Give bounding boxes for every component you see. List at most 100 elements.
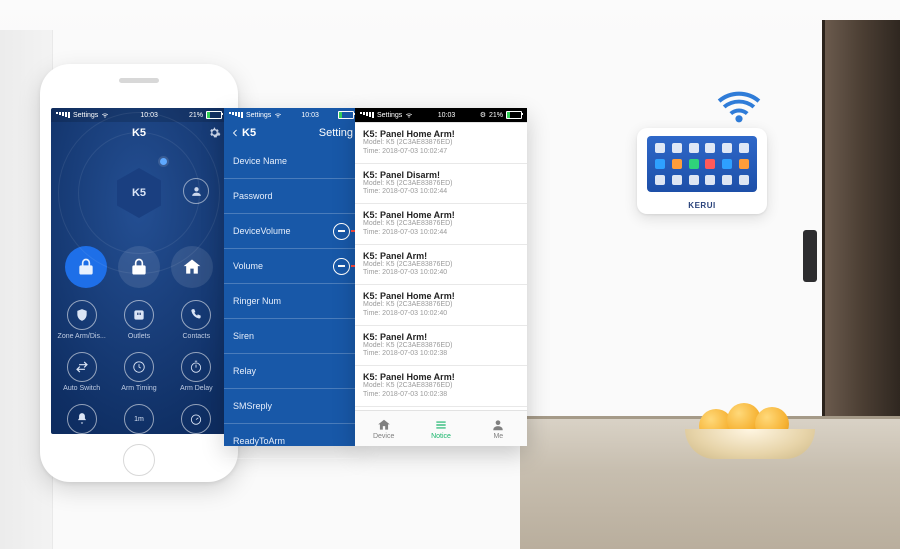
feature-label: Zone Arm/Dis... bbox=[58, 333, 106, 340]
notice-item[interactable]: K5: Panel Arm!Model: K5 (2C3AE83876ED)Ti… bbox=[355, 326, 527, 367]
tab-bar: Device Notice Me bbox=[355, 410, 527, 446]
alarm-icon: 1m bbox=[124, 404, 154, 434]
phone-frame: Settings 10:03 21% K5 K5 Zone Arm/Dis...… bbox=[40, 64, 238, 482]
notice-time: Time: 2018-07-03 10:02:44 bbox=[363, 229, 519, 238]
tab-me-label: Me bbox=[493, 433, 503, 440]
notice-time: Time: 2018-07-03 10:02:47 bbox=[363, 148, 519, 157]
setting-label: ReadyToArm bbox=[233, 436, 285, 446]
notice-title: K5: Panel Arm! bbox=[363, 332, 519, 342]
wifi-status-icon bbox=[274, 111, 282, 119]
swap-icon bbox=[67, 352, 97, 382]
notice-item[interactable]: K5: Panel Home Arm!Model: K5 (2C3AE83876… bbox=[355, 204, 527, 245]
profile-button[interactable] bbox=[183, 178, 209, 204]
status-settings-label: Settings bbox=[377, 112, 402, 119]
bell-icon bbox=[67, 404, 97, 434]
wall-panel-brand: KERUI bbox=[637, 201, 767, 210]
setting-row-siren[interactable]: Siren bbox=[224, 319, 359, 354]
notice-item[interactable]: K5: Panel Home Arm!Model: K5 (2C3AE83876… bbox=[355, 123, 527, 164]
feature-auto-switch[interactable]: Auto Switch bbox=[53, 346, 110, 398]
notice-title: K5: Panel Home Arm! bbox=[363, 291, 519, 301]
tab-notice[interactable]: Notice bbox=[412, 411, 469, 446]
notice-item[interactable]: K5: Panel Home Arm!Model: K5 (2C3AE83876… bbox=[355, 285, 527, 326]
setting-row-ringer-num[interactable]: Ringer Num bbox=[224, 284, 359, 319]
notice-item[interactable]: K5: Panel Disarm!Model: K5 (2C3AE83876ED… bbox=[355, 164, 527, 205]
feature-label: Contacts bbox=[183, 333, 211, 340]
signal-icon bbox=[360, 112, 374, 118]
tab-me[interactable]: Me bbox=[470, 411, 527, 446]
screen-home: Settings 10:03 21% K5 K5 Zone Arm/Dis...… bbox=[51, 108, 227, 434]
setting-row-devicevolume[interactable]: DeviceVolume bbox=[224, 214, 359, 249]
navbar: K5 Setting bbox=[224, 122, 359, 144]
feature-zone-arm-dis[interactable]: Zone Arm/Dis... bbox=[53, 294, 110, 346]
tab-device[interactable]: Device bbox=[355, 411, 412, 446]
feature-alarm-time[interactable]: 1mAlarm Time bbox=[110, 398, 167, 434]
back-button[interactable]: K5 bbox=[230, 127, 256, 139]
minus-icon[interactable] bbox=[333, 223, 350, 240]
wall-panel-screen bbox=[647, 136, 757, 192]
status-bar: Settings 10:03 ⚙21% bbox=[355, 108, 527, 122]
feature-outlets[interactable]: Outlets bbox=[110, 294, 167, 346]
screen-settings: Settings 10:03 K5 Setting Device Name Pas… bbox=[224, 108, 359, 446]
device-hex-label: K5 bbox=[132, 187, 146, 199]
status-settings-label: Settings bbox=[73, 112, 98, 119]
setting-label: SMSreply bbox=[233, 401, 272, 411]
feature-arm-delay[interactable]: Arm Delay bbox=[168, 346, 225, 398]
feature-grid: Zone Arm/Dis... Outlets Contacts Auto Switc… bbox=[51, 288, 227, 434]
setting-label: Password bbox=[233, 191, 273, 201]
setting-label: Relay bbox=[233, 366, 256, 376]
status-battery-pct: 21% bbox=[189, 112, 203, 119]
wall-panel-device: KERUI bbox=[637, 128, 767, 214]
setting-row-volume[interactable]: Volume bbox=[224, 249, 359, 284]
setting-row-password[interactable]: Password bbox=[224, 179, 359, 214]
settings-button[interactable] bbox=[208, 126, 221, 142]
battery-icon bbox=[506, 111, 522, 119]
notice-time: Time: 2018-07-03 10:02:40 bbox=[363, 269, 519, 278]
feature-contacts[interactable]: Contacts bbox=[168, 294, 225, 346]
feature-zone-name[interactable]: Zone Name bbox=[53, 398, 110, 434]
setting-row-relay[interactable]: Relay bbox=[224, 354, 359, 389]
timer-icon bbox=[181, 352, 211, 382]
notice-time: Time: 2018-07-03 10:02:44 bbox=[363, 188, 519, 197]
background-fruit-bowl bbox=[685, 407, 815, 459]
notice-model: Model: K5 (2C3AE83876ED) bbox=[363, 261, 519, 270]
setting-row-readytoarm[interactable]: ReadyToArm bbox=[224, 424, 359, 459]
notice-model: Model: K5 (2C3AE83876ED) bbox=[363, 139, 519, 148]
screen-notices: Settings 10:03 ⚙21% K5: Panel Home Arm!M… bbox=[355, 108, 527, 446]
notice-model: Model: K5 (2C3AE83876ED) bbox=[363, 220, 519, 229]
setting-row-device-name[interactable]: Device Name bbox=[224, 144, 359, 179]
notice-time: Time: 2018-07-03 10:02:38 bbox=[363, 391, 519, 400]
status-dot bbox=[160, 158, 167, 165]
tab-notice-label: Notice bbox=[431, 433, 451, 440]
feature-label: Arm Timing bbox=[121, 385, 156, 392]
status-settings-label: Settings bbox=[246, 112, 271, 119]
feature-label: Arm Delay bbox=[180, 385, 213, 392]
notice-item[interactable]: K5: Panel Arm!Model: K5 (2C3AE83876ED)Ti… bbox=[355, 245, 527, 286]
notice-item[interactable]: K5: Panel Home Arm!Model: K5 (2C3AE83876… bbox=[355, 366, 527, 407]
back-label: K5 bbox=[242, 127, 256, 139]
notice-title: K5: Panel Disarm! bbox=[363, 170, 519, 180]
notice-time: Time: 2018-07-03 10:02:40 bbox=[363, 310, 519, 319]
notice-list[interactable]: K5: Panel Home Arm!Model: K5 (2C3AE83876… bbox=[355, 122, 527, 410]
setting-label: Ringer Num bbox=[233, 296, 281, 306]
setting-label: Volume bbox=[233, 261, 263, 271]
feature-arm-timing[interactable]: Arm Timing bbox=[110, 346, 167, 398]
device-hex-badge[interactable]: K5 bbox=[117, 168, 161, 218]
status-battery-pct: 21% bbox=[489, 112, 503, 119]
minus-icon[interactable] bbox=[333, 258, 350, 275]
setting-label: DeviceVolume bbox=[233, 226, 291, 236]
notice-model: Model: K5 (2C3AE83876ED) bbox=[363, 180, 519, 189]
phone-icon bbox=[181, 300, 211, 330]
page-title: Setting bbox=[319, 127, 353, 139]
status-bar: Settings 10:03 bbox=[224, 108, 359, 122]
scene: KERUI Settings 10:03 21% K5 K5 bbox=[0, 0, 900, 549]
notice-model: Model: K5 (2C3AE83876ED) bbox=[363, 301, 519, 310]
clock-icon bbox=[124, 352, 154, 382]
battery-icon bbox=[206, 111, 222, 119]
notice-model: Model: K5 (2C3AE83876ED) bbox=[363, 382, 519, 391]
feature-alarm-delay[interactable]: Alarm Delay bbox=[168, 398, 225, 434]
status-time: 10:03 bbox=[438, 112, 456, 119]
signal-icon bbox=[56, 112, 70, 118]
tab-device-label: Device bbox=[373, 433, 394, 440]
setting-row-smsreply[interactable]: SMSreply bbox=[224, 389, 359, 424]
feature-label: Outlets bbox=[128, 333, 150, 340]
